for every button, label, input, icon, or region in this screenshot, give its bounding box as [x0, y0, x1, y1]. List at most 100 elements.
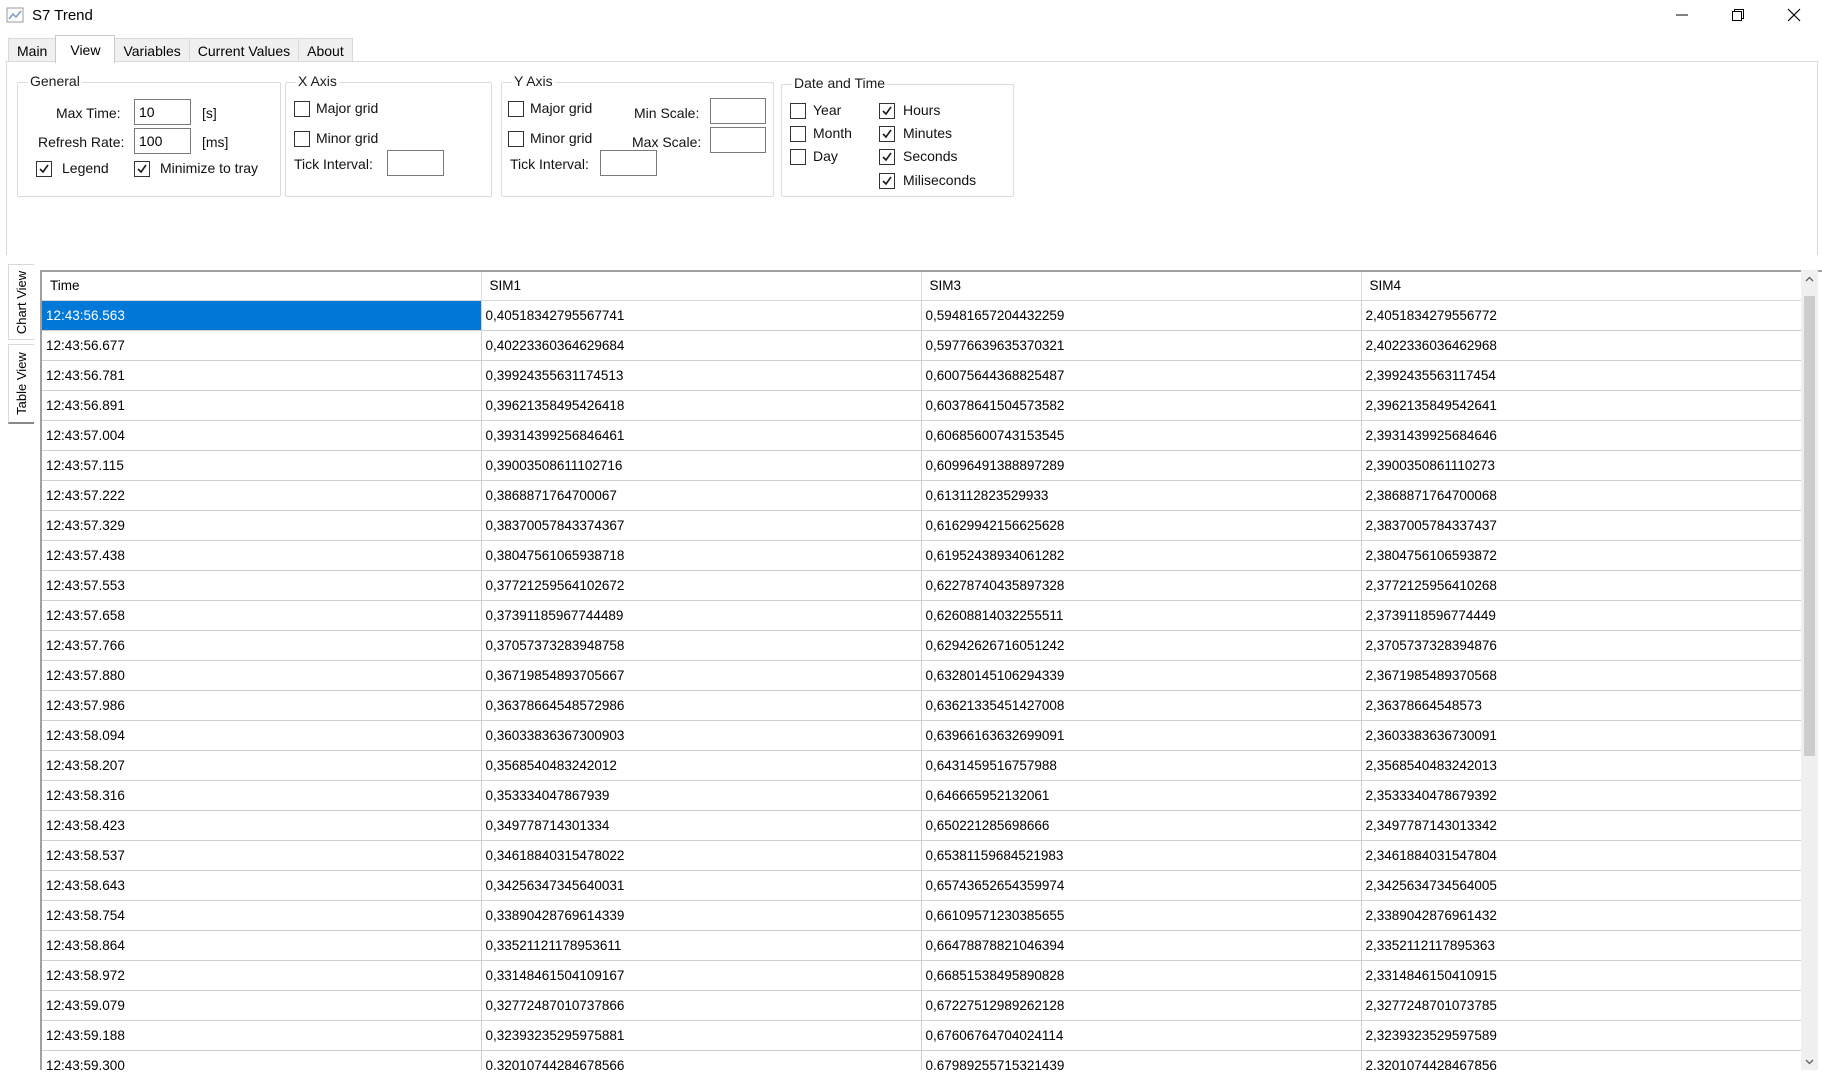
- cell-sim1[interactable]: 0,3868871764700067: [481, 480, 922, 511]
- cell-sim3[interactable]: 0,613112823529933: [921, 480, 1362, 511]
- cell-sim4[interactable]: 2,4022336036462968: [1361, 330, 1802, 361]
- cell-time[interactable]: 12:43:57.438: [42, 540, 482, 571]
- table-row[interactable]: 12:43:58.754 0,33890428769614339 0,6610957…: [42, 900, 1802, 931]
- x-tick-interval-input[interactable]: [387, 150, 444, 176]
- cell-sim3[interactable]: 0,67227512989262128: [921, 990, 1362, 1021]
- cell-sim1[interactable]: 0,36719854893705667: [481, 660, 922, 691]
- cell-sim3[interactable]: 0,646665952132061: [921, 780, 1362, 811]
- cell-time[interactable]: 12:43:57.004: [42, 420, 482, 451]
- table-row[interactable]: 12:43:57.115 0,39003508611102716 0,6099649…: [42, 450, 1802, 481]
- tab-current-values[interactable]: Current Values: [188, 38, 300, 63]
- cell-sim1[interactable]: 0,353334047867939: [481, 780, 922, 811]
- cell-time[interactable]: 12:43:59.300: [42, 1050, 482, 1070]
- cell-time[interactable]: 12:43:58.972: [42, 960, 482, 991]
- tab-view[interactable]: View: [55, 35, 116, 63]
- refresh-rate-input[interactable]: [134, 128, 191, 154]
- tab-variables[interactable]: Variables: [114, 38, 190, 63]
- cell-sim3[interactable]: 0,63280145106294339: [921, 660, 1362, 691]
- cell-time[interactable]: 12:43:58.754: [42, 900, 482, 931]
- table-vertical-scrollbar[interactable]: [1801, 270, 1818, 1070]
- cell-time[interactable]: 12:43:56.563: [42, 300, 482, 331]
- cell-sim3[interactable]: 0,67606764704024114: [921, 1020, 1362, 1051]
- cell-sim1[interactable]: 0,32010744284678566: [481, 1050, 922, 1070]
- scroll-up-button[interactable]: [1801, 270, 1818, 287]
- cell-time[interactable]: 12:43:57.766: [42, 630, 482, 661]
- cell-sim1[interactable]: 0,39003508611102716: [481, 450, 922, 481]
- table-row[interactable]: 12:43:57.658 0,37391185967744489 0,6260881…: [42, 600, 1802, 631]
- cell-sim4[interactable]: 2,3239323529597589: [1361, 1020, 1802, 1051]
- scroll-thumb[interactable]: [1804, 296, 1815, 756]
- cell-sim3[interactable]: 0,59481657204432259: [921, 300, 1362, 331]
- cell-time[interactable]: 12:43:58.094: [42, 720, 482, 751]
- cell-time[interactable]: 12:43:58.864: [42, 930, 482, 961]
- cell-sim1[interactable]: 0,38370057843374367: [481, 510, 922, 541]
- tab-table-view[interactable]: Table View: [8, 344, 34, 424]
- cell-time[interactable]: 12:43:56.677: [42, 330, 482, 361]
- cell-sim4[interactable]: 2,3277248701073785: [1361, 990, 1802, 1021]
- cell-time[interactable]: 12:43:57.222: [42, 480, 482, 511]
- cell-sim4[interactable]: 2,3962135849542641: [1361, 390, 1802, 421]
- cell-sim4[interactable]: 2,3992435563117454: [1361, 360, 1802, 391]
- y-tick-interval-input[interactable]: [600, 150, 657, 176]
- cell-time[interactable]: 12:43:58.643: [42, 870, 482, 901]
- cell-sim3[interactable]: 0,62278740435897328: [921, 570, 1362, 601]
- hours-checkbox[interactable]: [879, 103, 895, 119]
- year-checkbox[interactable]: [790, 103, 806, 119]
- cell-sim1[interactable]: 0,33890428769614339: [481, 900, 922, 931]
- restore-button[interactable]: [1710, 0, 1766, 30]
- max-time-input[interactable]: [134, 99, 191, 125]
- cell-sim1[interactable]: 0,37391185967744489: [481, 600, 922, 631]
- cell-time[interactable]: 12:43:59.079: [42, 990, 482, 1021]
- column-header-sim1[interactable]: SIM1: [481, 272, 922, 301]
- table-row[interactable]: 12:43:58.207 0,3568540483242012 0,64314595…: [42, 750, 1802, 781]
- cell-sim1[interactable]: 0,39621358495426418: [481, 390, 922, 421]
- table-row[interactable]: 12:43:57.986 0,36378664548572986 0,6362133…: [42, 690, 1802, 721]
- tab-about[interactable]: About: [298, 38, 353, 63]
- cell-sim4[interactable]: 2,3389042876961432: [1361, 900, 1802, 931]
- table-row[interactable]: 12:43:58.864 0,33521121178953611 0,6647887…: [42, 930, 1802, 961]
- cell-sim3[interactable]: 0,61629942156625628: [921, 510, 1362, 541]
- cell-time[interactable]: 12:43:58.537: [42, 840, 482, 871]
- cell-sim3[interactable]: 0,65743652654359974: [921, 870, 1362, 901]
- cell-sim4[interactable]: 2,3425634734564005: [1361, 870, 1802, 901]
- cell-sim4[interactable]: 2,3837005784337437: [1361, 510, 1802, 541]
- cell-time[interactable]: 12:43:58.423: [42, 810, 482, 841]
- y-major-grid-checkbox[interactable]: [508, 101, 524, 117]
- cell-sim3[interactable]: 0,6431459516757988: [921, 750, 1362, 781]
- cell-sim3[interactable]: 0,62608814032255511: [921, 600, 1362, 631]
- cell-sim1[interactable]: 0,39314399256846461: [481, 420, 922, 451]
- close-button[interactable]: [1766, 0, 1822, 30]
- min-scale-input[interactable]: [710, 98, 766, 124]
- table-row[interactable]: 12:43:58.094 0,36033836367300903 0,6396616…: [42, 720, 1802, 751]
- column-header-time[interactable]: Time: [42, 272, 482, 301]
- cell-sim3[interactable]: 0,66851538495890828: [921, 960, 1362, 991]
- cell-sim1[interactable]: 0,39924355631174513: [481, 360, 922, 391]
- table-row[interactable]: 12:43:57.880 0,36719854893705667 0,6328014…: [42, 660, 1802, 691]
- scroll-down-button[interactable]: [1801, 1053, 1818, 1070]
- cell-time[interactable]: 12:43:57.115: [42, 450, 482, 481]
- cell-sim1[interactable]: 0,36033836367300903: [481, 720, 922, 751]
- cell-sim4[interactable]: 2,3931439925684646: [1361, 420, 1802, 451]
- cell-sim4[interactable]: 2,3671985489370568: [1361, 660, 1802, 691]
- cell-sim3[interactable]: 0,61952438934061282: [921, 540, 1362, 571]
- cell-sim3[interactable]: 0,66109571230385655: [921, 900, 1362, 931]
- cell-sim4[interactable]: 2,4051834279556772: [1361, 300, 1802, 331]
- column-header-sim3[interactable]: SIM3: [921, 272, 1362, 301]
- max-scale-input[interactable]: [710, 127, 766, 153]
- table-row[interactable]: 12:43:57.329 0,38370057843374367 0,6162994…: [42, 510, 1802, 541]
- table-row[interactable]: 12:43:57.004 0,39314399256846461 0,6068560…: [42, 420, 1802, 451]
- table-row[interactable]: 12:43:58.972 0,33148461504109167 0,6685153…: [42, 960, 1802, 991]
- table-row[interactable]: 12:43:57.438 0,38047561065938718 0,6195243…: [42, 540, 1802, 571]
- cell-sim4[interactable]: 2,3497787143013342: [1361, 810, 1802, 841]
- table-row[interactable]: 12:43:57.766 0,37057373283948758 0,6294262…: [42, 630, 1802, 661]
- cell-sim1[interactable]: 0,32772487010737866: [481, 990, 922, 1021]
- cell-sim3[interactable]: 0,62942626716051242: [921, 630, 1362, 661]
- cell-sim3[interactable]: 0,63966163632699091: [921, 720, 1362, 751]
- table-row[interactable]: 12:43:57.553 0,37721259564102672 0,6227874…: [42, 570, 1802, 601]
- tab-chart-view[interactable]: Chart View: [8, 264, 34, 340]
- cell-sim1[interactable]: 0,36378664548572986: [481, 690, 922, 721]
- cell-sim3[interactable]: 0,67989255715321439: [921, 1050, 1362, 1070]
- table-row[interactable]: 12:43:58.537 0,34618840315478022 0,6538115…: [42, 840, 1802, 871]
- cell-sim3[interactable]: 0,59776639635370321: [921, 330, 1362, 361]
- cell-sim4[interactable]: 2,3868871764700068: [1361, 480, 1802, 511]
